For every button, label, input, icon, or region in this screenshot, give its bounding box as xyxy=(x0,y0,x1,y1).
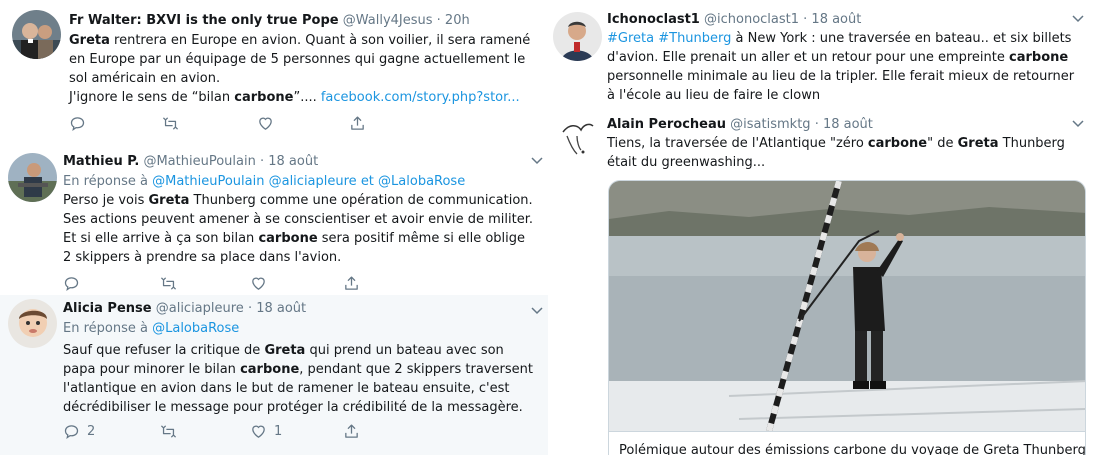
like-count: 1 xyxy=(274,423,283,439)
tweet-ichonoclast1[interactable]: Ichonoclast1 @ichonoclast1 · 18 août #Gr… xyxy=(548,0,1100,110)
retweet-icon xyxy=(160,276,177,290)
author-handle[interactable]: @isatismktg xyxy=(730,117,810,132)
left-timeline: Fr Walter: BXVI is the only true Pope @W… xyxy=(0,0,548,455)
tweet-mathieupoulain[interactable]: Mathieu P. @MathieuPoulain · 18 août En … xyxy=(0,145,548,295)
tweet-header: Alain Perocheau @isatismktg · 18 août xyxy=(607,116,1077,133)
tweet-header: Mathieu P. @MathieuPoulain · 18 août xyxy=(63,153,533,170)
author-handle[interactable]: @aliciapleure xyxy=(156,301,244,316)
reply-button[interactable]: 2 xyxy=(63,422,95,440)
tweet-aliciapleure[interactable]: Alicia Pense @aliciapleure · 18 août En … xyxy=(0,295,548,455)
reply-icon xyxy=(70,116,85,131)
heart-icon xyxy=(252,425,265,438)
tweet-time[interactable]: · 18 août xyxy=(803,12,861,27)
tweet-text: Sauf que refuser la critique de Greta qu… xyxy=(63,343,533,415)
author-name[interactable]: Alicia Pense xyxy=(63,301,152,316)
card-caption[interactable]: Polémique autour des émissions carbone d… xyxy=(609,431,1085,455)
avatar[interactable] xyxy=(12,10,61,59)
author-handle[interactable]: @MathieuPoulain xyxy=(143,154,255,169)
reply-prefix: En réponse à xyxy=(63,174,148,189)
tweet-time[interactable]: · 18 août xyxy=(815,117,873,132)
like-button[interactable] xyxy=(250,274,267,292)
tweet-actions xyxy=(69,114,369,132)
reply-prefix: En réponse à xyxy=(63,321,148,336)
share-icon xyxy=(351,115,364,130)
reply-to-mentions[interactable]: @LalobaRose xyxy=(152,321,239,336)
tweet-time[interactable]: · 20h xyxy=(437,13,470,28)
author-handle[interactable]: @Wally4Jesus xyxy=(343,13,433,28)
like-button[interactable]: 1 xyxy=(250,422,282,440)
card-photo xyxy=(609,181,1085,431)
reply-context: En réponse à @MathieuPoulain @aliciapleu… xyxy=(63,172,533,191)
author-handle[interactable]: @ichonoclast1 xyxy=(704,12,799,27)
reply-count: 2 xyxy=(87,423,96,439)
reply-to-mentions[interactable]: @MathieuPoulain @aliciapleure et @Laloba… xyxy=(152,174,465,189)
right-timeline: Ichonoclast1 @ichonoclast1 · 18 août #Gr… xyxy=(548,0,1100,455)
tweet-actions xyxy=(63,274,363,292)
heart-icon xyxy=(259,117,272,130)
share-button[interactable] xyxy=(349,114,366,132)
tweet-header: Fr Walter: BXVI is the only true Pope @W… xyxy=(69,12,534,29)
tweet-text: Tiens, la traversée de l'Atlantique "zér… xyxy=(607,136,1065,170)
avatar[interactable] xyxy=(553,12,602,61)
chevron-down-icon[interactable] xyxy=(531,157,543,165)
avatar[interactable] xyxy=(8,299,57,348)
chevron-down-icon[interactable] xyxy=(1072,15,1084,23)
reply-button[interactable] xyxy=(69,114,86,132)
author-name[interactable]: Fr Walter: BXVI is the only true Pope xyxy=(69,13,339,28)
share-button[interactable] xyxy=(343,274,360,292)
avatar[interactable] xyxy=(553,114,602,163)
tweet-text: #Greta #Thunberg à New York : une traver… xyxy=(607,31,1075,103)
reply-icon xyxy=(64,424,79,439)
retweet-icon xyxy=(160,424,177,438)
tweet-wally4jesus[interactable]: Fr Walter: BXVI is the only true Pope @W… xyxy=(0,0,548,145)
share-button[interactable] xyxy=(343,422,360,440)
reply-button[interactable] xyxy=(63,274,80,292)
author-name[interactable]: Mathieu P. xyxy=(63,154,139,169)
reply-icon xyxy=(64,276,79,291)
retweet-button[interactable] xyxy=(160,422,177,440)
like-button[interactable] xyxy=(257,114,274,132)
share-icon xyxy=(345,423,358,438)
retweet-icon xyxy=(162,116,179,130)
link-card[interactable]: Polémique autour des émissions carbone d… xyxy=(608,180,1086,455)
retweet-button[interactable] xyxy=(160,274,177,292)
heart-icon xyxy=(252,277,265,290)
tweet-actions: 2 1 xyxy=(63,422,363,440)
tweet-text: Greta rentrera en Europe en avion. Quant… xyxy=(69,33,531,105)
tweet-text: Perso je vois Greta Thunberg comme une o… xyxy=(63,193,533,265)
tweet-header: Alicia Pense @aliciapleure · 18 août xyxy=(63,300,533,317)
tweet-time[interactable]: · 18 août xyxy=(248,301,306,316)
tweet-isatismktg[interactable]: Alain Perocheau @isatismktg · 18 août Ti… xyxy=(548,110,1100,455)
author-name[interactable]: Ichonoclast1 xyxy=(607,12,700,27)
chevron-down-icon[interactable] xyxy=(1072,120,1084,128)
author-name[interactable]: Alain Perocheau xyxy=(607,117,726,132)
reply-context: En réponse à @LalobaRose xyxy=(63,319,533,338)
chevron-down-icon[interactable] xyxy=(531,307,543,315)
retweet-button[interactable] xyxy=(162,114,179,132)
avatar[interactable] xyxy=(8,153,57,202)
tweet-time[interactable]: · 18 août xyxy=(260,154,318,169)
share-icon xyxy=(345,275,358,290)
tweet-header: Ichonoclast1 @ichonoclast1 · 18 août xyxy=(607,11,1077,28)
